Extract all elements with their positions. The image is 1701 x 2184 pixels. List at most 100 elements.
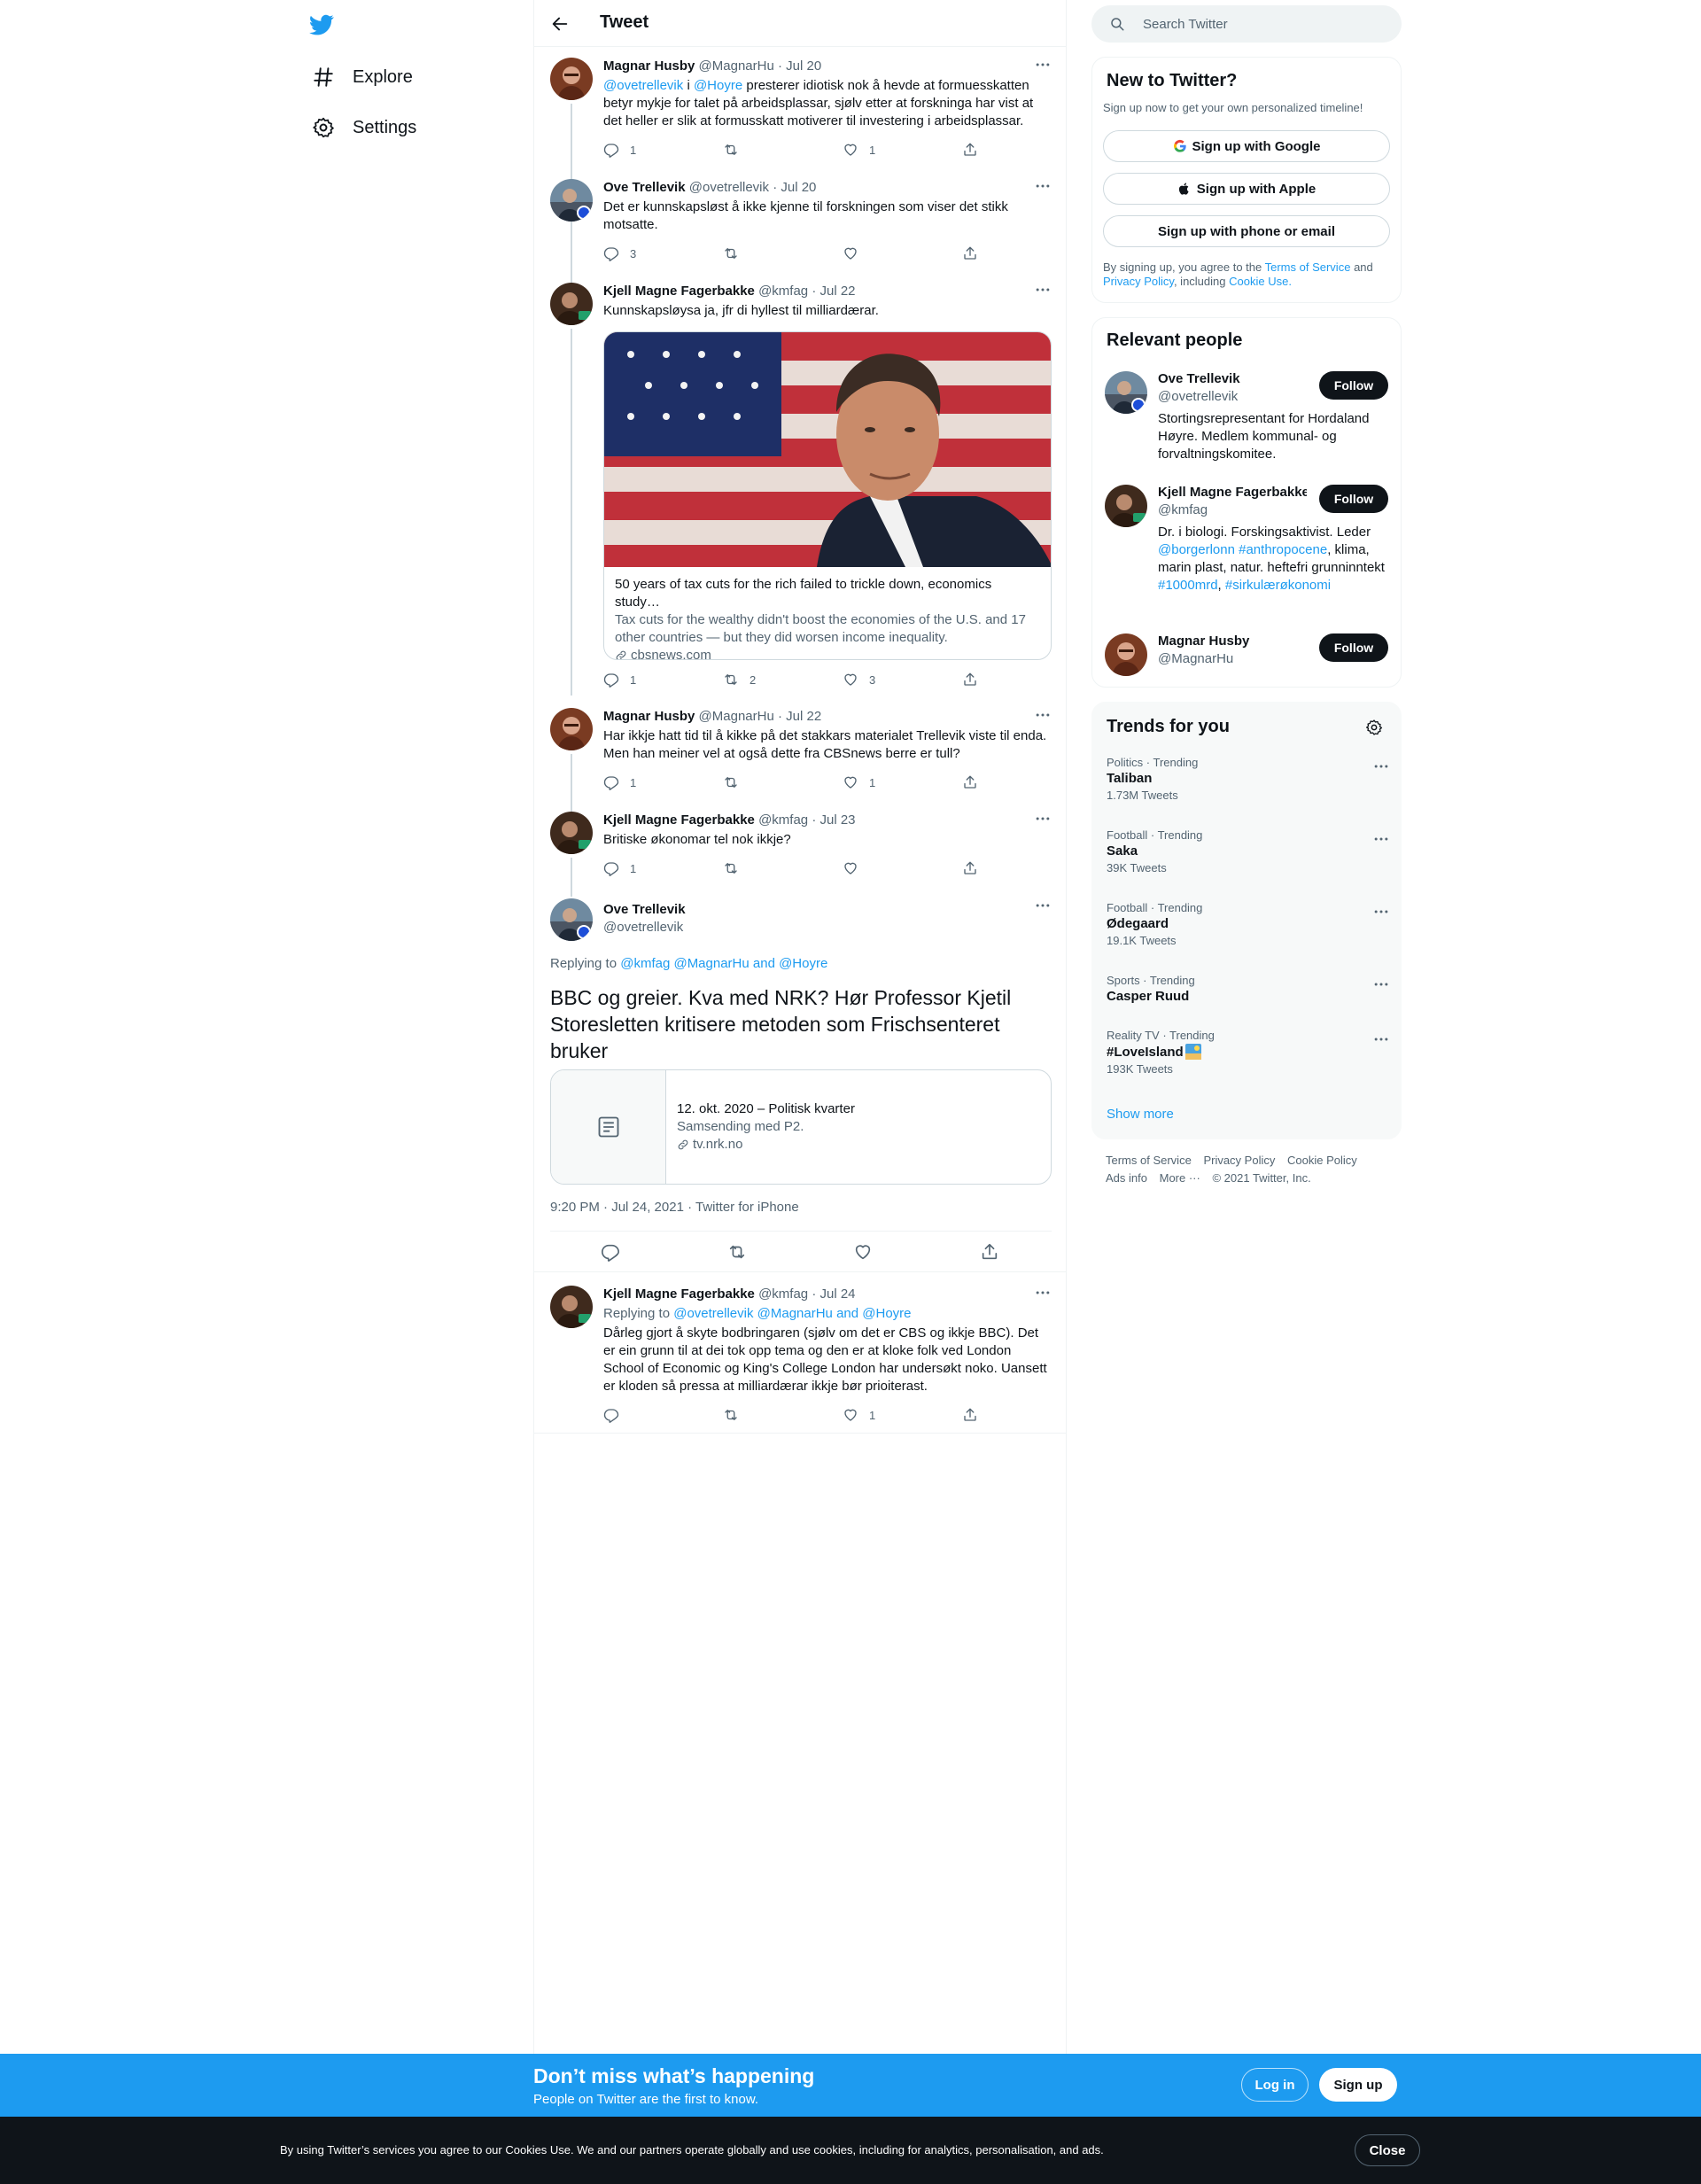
author-handle[interactable]: @ovetrellevik <box>603 919 1052 937</box>
nav-settings[interactable]: Settings <box>312 110 416 145</box>
tweet-date[interactable]: · Jul 22 <box>812 284 855 299</box>
login-button[interactable]: Log in <box>1241 2068 1309 2102</box>
retweet-button[interactable] <box>727 1242 747 1262</box>
retweet-button[interactable] <box>723 860 803 876</box>
footer-privacy-link[interactable]: Privacy Policy <box>1203 1154 1275 1167</box>
reply-button[interactable]: 3 <box>603 245 683 261</box>
link-card[interactable]: 12. okt. 2020 – Politisk kvarter Samsend… <box>550 1069 1052 1185</box>
avatar[interactable] <box>550 283 593 325</box>
mention-link[interactable]: @ovetrellevik <box>603 78 683 93</box>
retweet-button[interactable] <box>723 1407 803 1423</box>
share-button[interactable] <box>962 860 980 876</box>
author-handle[interactable]: @ovetrellevik <box>689 180 769 195</box>
tweet-date[interactable]: · Jul 24 <box>812 1286 855 1302</box>
avatar[interactable] <box>1105 371 1147 414</box>
tweet-date[interactable]: · Jul 20 <box>778 58 821 74</box>
twitter-logo-icon[interactable] <box>308 12 335 37</box>
tweet[interactable]: Kjell Magne Fagerbakke @kmfag · Jul 22 K… <box>534 281 1066 696</box>
person-handle[interactable]: @MagnarHu <box>1158 651 1233 666</box>
apple-signup-button[interactable]: Sign up with Apple <box>1103 173 1390 205</box>
more-options-icon[interactable] <box>1372 830 1390 848</box>
nav-explore[interactable]: Explore <box>312 59 413 95</box>
link-card[interactable]: 50 years of tax cuts for the rich failed… <box>603 331 1052 660</box>
share-button[interactable] <box>962 142 980 158</box>
avatar[interactable] <box>550 1286 593 1328</box>
author-name[interactable]: Magnar Husby <box>603 58 695 74</box>
footer-terms-link[interactable]: Terms of Service <box>1106 1154 1192 1167</box>
more-options-icon[interactable] <box>1034 897 1052 914</box>
reply-button[interactable]: 1 <box>603 860 683 876</box>
share-button[interactable] <box>962 1407 980 1423</box>
like-button[interactable]: 1 <box>843 774 922 790</box>
retweet-button[interactable] <box>723 245 803 261</box>
trend-item[interactable]: Football · Trending Ødegaard 19.1K Tweet… <box>1107 901 1390 947</box>
share-button[interactable] <box>962 672 980 688</box>
author-handle[interactable]: @MagnarHu <box>699 709 774 724</box>
avatar[interactable] <box>550 812 593 854</box>
cookie-link[interactable]: Cookie Use. <box>1229 275 1292 288</box>
author-handle[interactable]: @kmfag <box>758 284 808 299</box>
like-button[interactable] <box>843 860 922 876</box>
signup-button[interactable]: Sign up <box>1319 2068 1397 2102</box>
more-options-icon[interactable] <box>1034 177 1052 195</box>
tweet[interactable]: Ove Trellevik @ovetrellevik · Jul 20 Det… <box>534 177 1066 284</box>
author-name[interactable]: Kjell Magne Fagerbakke <box>603 812 755 828</box>
avatar[interactable] <box>550 708 593 750</box>
google-signup-button[interactable]: Sign up with Google <box>1103 130 1390 162</box>
author-name[interactable]: Magnar Husby <box>603 709 695 724</box>
person-handle[interactable]: @kmfag <box>1158 502 1208 517</box>
avatar[interactable] <box>550 898 593 941</box>
like-button[interactable]: 3 <box>843 672 922 688</box>
share-button[interactable] <box>980 1242 999 1262</box>
more-options-icon[interactable] <box>1034 281 1052 299</box>
author-name[interactable]: Kjell Magne Fagerbakke <box>603 1286 755 1302</box>
follow-button[interactable]: Follow <box>1319 371 1388 400</box>
retweet-button[interactable] <box>723 142 803 158</box>
footer-more-link[interactable]: More ··· <box>1160 1171 1200 1185</box>
tweet[interactable]: Magnar Husby @MagnarHu · Jul 20 @ovetrel… <box>534 56 1066 228</box>
tweet-date[interactable]: · Jul 23 <box>812 812 855 828</box>
like-button[interactable] <box>853 1242 873 1262</box>
phone-email-signup-button[interactable]: Sign up with phone or email <box>1103 215 1390 247</box>
like-button[interactable] <box>843 245 922 261</box>
more-options-icon[interactable] <box>1372 1030 1390 1048</box>
follow-button[interactable]: Follow <box>1319 485 1388 513</box>
reply-button[interactable]: 1 <box>603 774 683 790</box>
reply-button[interactable]: 1 <box>603 142 683 158</box>
footer-ads-link[interactable]: Ads info <box>1106 1171 1147 1185</box>
more-options-icon[interactable] <box>1034 56 1052 74</box>
person-name[interactable]: Ove Trellevik <box>1158 371 1309 386</box>
back-arrow-icon[interactable] <box>550 14 570 34</box>
tweet-timestamp[interactable]: 9:20 PM · Jul 24, 2021 · Twitter for iPh… <box>550 1200 799 1215</box>
retweet-button[interactable]: 2 <box>723 672 803 688</box>
footer-cookie-link[interactable]: Cookie Policy <box>1287 1154 1357 1167</box>
cookie-close-button[interactable]: Close <box>1355 2134 1420 2166</box>
retweet-button[interactable] <box>723 774 803 790</box>
avatar[interactable] <box>550 58 593 100</box>
settings-gear-icon[interactable] <box>1365 719 1383 736</box>
tweet[interactable]: Kjell Magne Fagerbakke @kmfag · Jul 24 R… <box>534 1286 1066 1434</box>
more-options-icon[interactable] <box>1372 975 1390 993</box>
more-options-icon[interactable] <box>1372 758 1390 775</box>
search-input[interactable]: Search Twitter <box>1091 5 1402 43</box>
tweet-date[interactable]: · Jul 22 <box>778 709 821 724</box>
more-options-icon[interactable] <box>1034 706 1052 724</box>
privacy-link[interactable]: Privacy Policy <box>1103 275 1174 288</box>
author-name[interactable]: Kjell Magne Fagerbakke <box>603 284 755 299</box>
avatar[interactable] <box>1105 633 1147 676</box>
like-button[interactable]: 1 <box>843 1407 922 1423</box>
more-options-icon[interactable] <box>1372 903 1390 921</box>
bio-link[interactable]: #1000mrd <box>1158 578 1218 593</box>
tweet[interactable]: Magnar Husby @MagnarHu · Jul 22 Har ikkj… <box>534 706 1066 812</box>
person-name[interactable]: Magnar Husby <box>1158 633 1309 649</box>
person-handle[interactable]: @ovetrellevik <box>1158 389 1238 404</box>
author-handle[interactable]: @MagnarHu <box>699 58 774 74</box>
bio-link[interactable]: @borgerlonn <box>1158 542 1235 557</box>
terms-link[interactable]: Terms of Service <box>1265 260 1351 274</box>
mention-link[interactable]: @Hoyre <box>694 78 742 93</box>
show-more-link[interactable]: Show more <box>1107 1107 1174 1122</box>
reply-button[interactable]: 1 <box>603 672 683 688</box>
share-button[interactable] <box>962 245 980 261</box>
avatar[interactable] <box>1105 485 1147 527</box>
reply-button[interactable] <box>603 1407 683 1423</box>
